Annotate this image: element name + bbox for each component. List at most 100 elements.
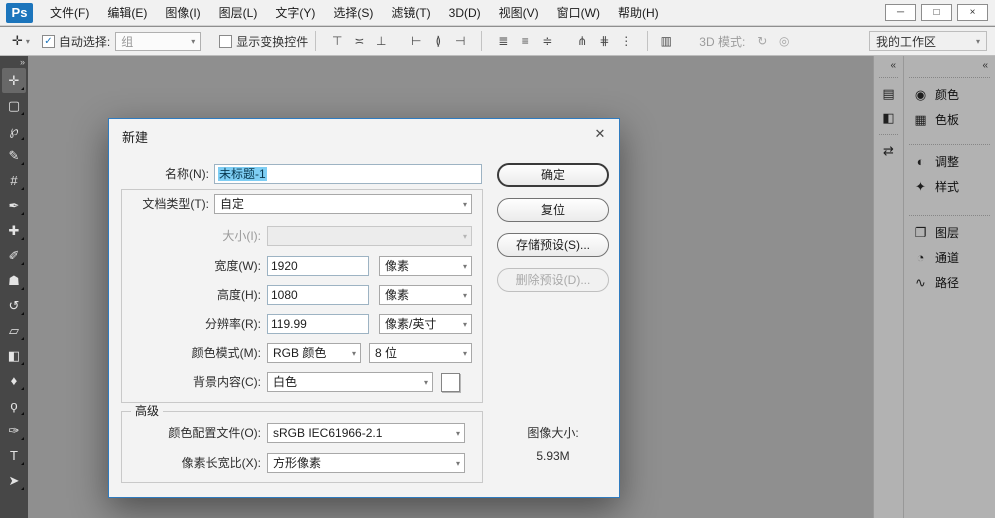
distribute-horizontal-centers-icon[interactable]: ⋕	[593, 31, 615, 51]
menu-select[interactable]: 选择(S)	[324, 0, 382, 26]
pixel-aspect-value: 方形像素	[273, 456, 322, 470]
tool-gradient[interactable]: ◧	[2, 343, 26, 368]
collapse-panel-icon[interactable]: »	[20, 57, 25, 67]
menu-view[interactable]: 视图(V)	[490, 0, 548, 26]
align-right-edges-icon[interactable]: ⊣	[449, 31, 471, 51]
color-profile-dropdown[interactable]: sRGB IEC61966-2.1 ▾	[267, 423, 465, 443]
resolution-unit-dropdown[interactable]: 像素/英寸 ▾	[379, 314, 472, 334]
workspace-value: 我的工作区	[876, 34, 937, 49]
distribute-bottom-edges-icon[interactable]: ≑	[536, 31, 558, 51]
info-panel-icon[interactable]: ⇄	[874, 139, 903, 163]
panel-tab-channels[interactable]: ◔ 通道	[904, 245, 995, 270]
close-icon[interactable]: ✕	[591, 125, 609, 143]
adjustments-icon: ◐	[916, 154, 925, 169]
3d-rotate-icon[interactable]: ↻	[751, 31, 773, 51]
tool-eyedropper[interactable]: ✒	[2, 193, 26, 218]
auto-align-layers-icon[interactable]: ▥	[655, 31, 677, 51]
chevron-down-icon: ▾	[462, 349, 467, 358]
tool-healing-brush[interactable]: ✚	[2, 218, 26, 243]
tool-pen[interactable]: ✑	[2, 418, 26, 443]
height-input[interactable]: 1080	[267, 285, 369, 305]
panel-tab-layers[interactable]: ❐ 图层	[904, 220, 995, 245]
delete-preset-button: 删除预设(D)...	[497, 268, 609, 292]
background-dropdown[interactable]: 白色 ▾	[267, 372, 433, 392]
styles-icon: ✦	[915, 178, 926, 194]
divider	[909, 144, 990, 145]
background-color-swatch[interactable]	[441, 373, 460, 392]
panel-tab-color[interactable]: ◉ 颜色	[904, 82, 995, 107]
bit-depth-dropdown[interactable]: 8 位 ▾	[369, 343, 472, 363]
tool-eraser[interactable]: ▱	[2, 318, 26, 343]
channels-icon: ◔	[916, 250, 925, 265]
panel-tab-swatches[interactable]: ▦ 色板	[904, 107, 995, 132]
window-maximize-button[interactable]: □	[921, 4, 952, 21]
tool-lasso[interactable]: ℘	[2, 118, 26, 143]
divider	[909, 215, 990, 216]
show-transform-controls-checkbox[interactable]	[219, 34, 233, 48]
distribute-vertical-centers-icon[interactable]: ≡	[514, 31, 536, 51]
width-unit-dropdown[interactable]: 像素 ▾	[379, 256, 472, 276]
tool-type[interactable]: T	[2, 443, 26, 468]
current-tool-preset[interactable]: ✛ ▾	[0, 33, 36, 49]
save-preset-button[interactable]: 存储预设(S)...	[497, 233, 609, 257]
menu-help[interactable]: 帮助(H)	[609, 0, 668, 26]
height-unit-dropdown[interactable]: 像素 ▾	[379, 285, 472, 305]
distribute-left-edges-icon[interactable]: ⋔	[571, 31, 593, 51]
align-vertical-centers-icon[interactable]: ≍	[348, 31, 370, 51]
align-top-edges-icon[interactable]: ⊤	[326, 31, 348, 51]
resolution-input[interactable]: 119.99	[267, 314, 369, 334]
distribute-top-edges-icon[interactable]: ≣	[492, 31, 514, 51]
menu-image[interactable]: 图像(I)	[156, 0, 209, 26]
menu-file[interactable]: 文件(F)	[41, 0, 98, 26]
collapse-panels-icon[interactable]: «	[904, 56, 995, 73]
tool-path-selection[interactable]: ➤	[2, 468, 26, 493]
tool-rectangular-marquee[interactable]: ▢	[2, 93, 26, 118]
3d-roll-icon[interactable]: ◎	[773, 31, 795, 51]
color-mode-dropdown[interactable]: RGB 颜色 ▾	[267, 343, 361, 363]
dialog-title: 新建	[122, 130, 149, 145]
tool-blur[interactable]: ♦	[2, 368, 26, 393]
chevron-down-icon: ▾	[462, 262, 467, 271]
reset-button[interactable]: 复位	[497, 198, 609, 222]
size-dropdown: ▾	[267, 226, 472, 246]
menu-window[interactable]: 窗口(W)	[548, 0, 609, 26]
width-input[interactable]: 1920	[267, 256, 369, 276]
window-minimize-button[interactable]: ─	[885, 4, 916, 21]
panel-tab-paths[interactable]: ∿ 路径	[904, 270, 995, 295]
ok-button[interactable]: 确定	[497, 163, 609, 187]
pixel-aspect-dropdown[interactable]: 方形像素 ▾	[267, 453, 465, 473]
auto-select-checkbox[interactable]: ✓	[41, 34, 55, 48]
align-bottom-edges-icon[interactable]: ⊥	[370, 31, 392, 51]
history-panel-icon[interactable]: ▤	[874, 82, 903, 106]
menu-edit[interactable]: 编辑(E)	[98, 0, 156, 26]
background-label: 背景内容(C):	[193, 375, 261, 389]
window-controls: ─ □ ×	[885, 4, 995, 21]
tool-dodge[interactable]: ϙ	[2, 393, 26, 418]
name-input[interactable]: 未标题-1	[214, 164, 482, 184]
tool-crop[interactable]: #	[2, 168, 26, 193]
menu-layer[interactable]: 图层(L)	[210, 0, 267, 26]
expand-panels-icon[interactable]: «	[874, 56, 903, 73]
chevron-down-icon: ▾	[462, 320, 467, 329]
align-left-edges-icon[interactable]: ⊢	[405, 31, 427, 51]
tool-move[interactable]: ✛	[2, 68, 26, 93]
auto-select-target-dropdown[interactable]: 组 ▾	[115, 31, 202, 51]
tool-clone-stamp[interactable]: ☗	[2, 268, 26, 293]
doc-type-dropdown[interactable]: 自定 ▾	[214, 194, 472, 214]
panel-tab-adjustments[interactable]: ◐ 调整	[904, 149, 995, 174]
color-wheel-icon: ◉	[914, 86, 927, 102]
background-value: 白色	[273, 375, 298, 389]
workspace-dropdown[interactable]: 我的工作区 ▾	[869, 31, 987, 51]
image-size-label: 图像大小:	[527, 426, 579, 440]
menu-type[interactable]: 文字(Y)	[266, 0, 324, 26]
menu-filter[interactable]: 滤镜(T)	[382, 0, 439, 26]
tool-quick-selection[interactable]: ✎	[2, 143, 26, 168]
tool-history-brush[interactable]: ↺	[2, 293, 26, 318]
distribute-right-edges-icon[interactable]: ⋮	[615, 31, 637, 51]
menu-3d[interactable]: 3D(D)	[440, 0, 490, 26]
properties-panel-icon[interactable]: ◧	[874, 106, 903, 130]
align-horizontal-centers-icon[interactable]: ≬	[427, 31, 449, 51]
panel-tab-styles[interactable]: ✦ 样式	[904, 174, 995, 199]
tool-brush[interactable]: ✐	[2, 243, 26, 268]
window-close-button[interactable]: ×	[957, 4, 988, 21]
